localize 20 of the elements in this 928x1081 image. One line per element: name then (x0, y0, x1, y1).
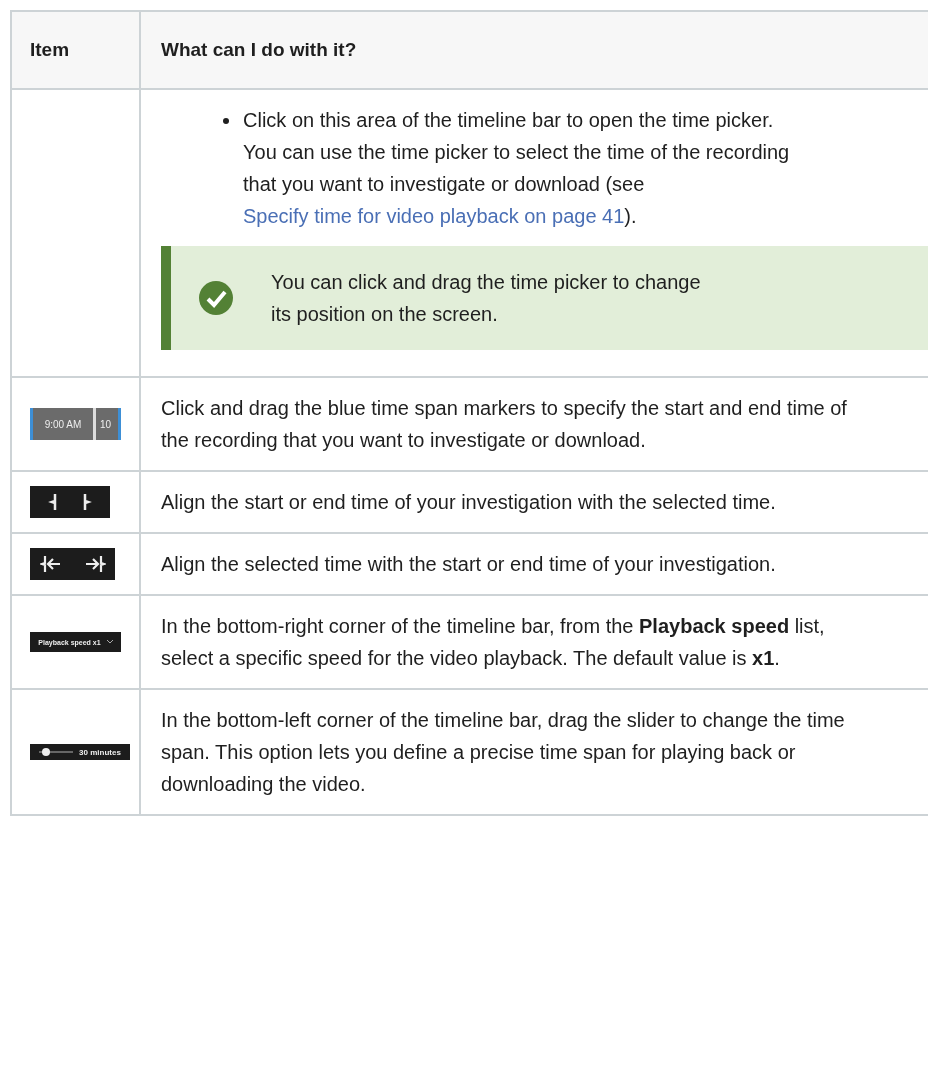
caret-icon (106, 640, 113, 644)
bullet-text: Click on this area of the timeline bar to open the time picker. You can use the time picker to select the time of the recording that you want to investigate or download (see Specify time for video playback on page 41). (243, 108, 791, 229)
page-link[interactable]: Specify time for video playback on page 41 (243, 205, 625, 227)
description-text: Align the start or end time of your investigation with the selected time. (161, 490, 777, 515)
description-text: Align the selected time with the start or end time of your investigation. (161, 552, 777, 577)
description-text: In the bottom-left corner of the timeline bar, drag the slider to change the time span. This option lets you define a precise time span for playing back or downloading the video. (161, 708, 846, 797)
time-span-markers[interactable]: 9:00 AM 10 (30, 408, 121, 440)
time-span-slider[interactable]: 30 minutes (30, 744, 130, 760)
column-header: What can I do with it? (141, 12, 928, 90)
align-arrows-icon[interactable] (30, 548, 115, 580)
time-label: 10 (100, 418, 112, 430)
bullet-icon (223, 118, 229, 124)
tip-text: You can click and drag the time picker to change its position on the screen. (271, 270, 701, 327)
slider-label: 30 minutes (79, 747, 121, 757)
description-text: In the bottom-right corner of the timeline bar, from the Playback speed list, select a specific speed for the video playback. The default value is x1. (161, 614, 826, 671)
bracket-icon[interactable] (30, 486, 110, 518)
column-header: Item (12, 12, 141, 90)
description-text: Click and drag the blue time span markers to specify the start and end time of the recording that you want to investigate or download. (161, 396, 848, 453)
time-label: 9:00 AM (43, 418, 83, 430)
check-circle-icon (199, 281, 233, 315)
